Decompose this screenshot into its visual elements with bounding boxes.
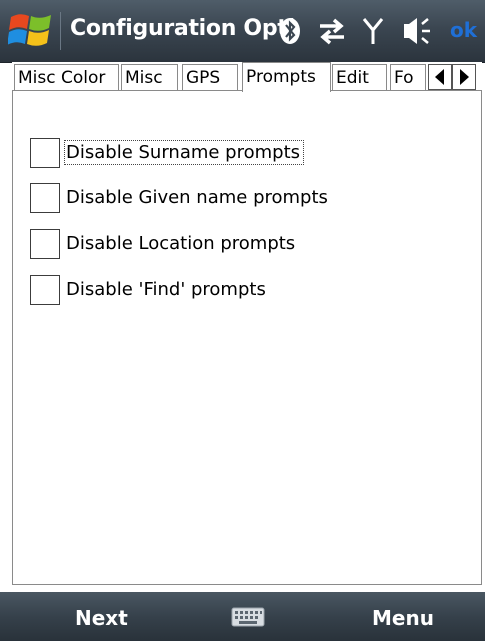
signal-antenna-icon[interactable] (362, 16, 384, 50)
ok-button[interactable]: ok (450, 18, 477, 42)
checkbox[interactable] (30, 275, 60, 305)
tab-gps[interactable]: GPS (182, 64, 238, 90)
title-separator (60, 12, 61, 50)
option-disable-surname[interactable]: Disable Surname prompts (30, 138, 330, 170)
title-bar: Configuration Opti ok (0, 0, 485, 63)
menu-softkey[interactable]: Menu (372, 606, 434, 630)
tab-fo[interactable]: Fo (390, 64, 426, 90)
checkbox-label[interactable]: Disable Given name prompts (66, 187, 328, 208)
windows-start-icon[interactable] (7, 9, 54, 53)
softkey-bar: Next Menu (0, 592, 485, 641)
tab-prompts[interactable]: Prompts (242, 62, 331, 92)
chevron-left-icon (435, 69, 444, 85)
tab-misc-color[interactable]: Misc Color (14, 64, 119, 90)
tab-edit[interactable]: Edit (332, 64, 387, 90)
option-disable-given-name[interactable]: Disable Given name prompts (30, 183, 350, 215)
checkbox[interactable] (30, 138, 60, 168)
option-disable-location[interactable]: Disable Location prompts (30, 229, 330, 261)
window-title: Configuration Opti (70, 16, 295, 41)
next-softkey[interactable]: Next (75, 606, 128, 630)
tab-scroll-right-button[interactable] (452, 64, 476, 90)
speaker-volume-icon[interactable] (402, 16, 432, 50)
option-disable-find[interactable]: Disable 'Find' prompts (30, 275, 310, 307)
tab-scroll-left-button[interactable] (428, 64, 452, 90)
checkbox-label[interactable]: Disable Surname prompts (63, 140, 305, 165)
bluetooth-icon[interactable] (279, 16, 301, 50)
checkbox-label[interactable]: Disable Location prompts (66, 233, 295, 254)
checkbox-label[interactable]: Disable 'Find' prompts (66, 279, 266, 300)
keyboard-icon[interactable] (231, 607, 265, 631)
checkbox[interactable] (30, 183, 60, 213)
chevron-right-icon (460, 69, 469, 85)
sync-arrows-icon[interactable] (318, 16, 346, 50)
checkbox[interactable] (30, 229, 60, 259)
tab-misc[interactable]: Misc (121, 64, 178, 90)
